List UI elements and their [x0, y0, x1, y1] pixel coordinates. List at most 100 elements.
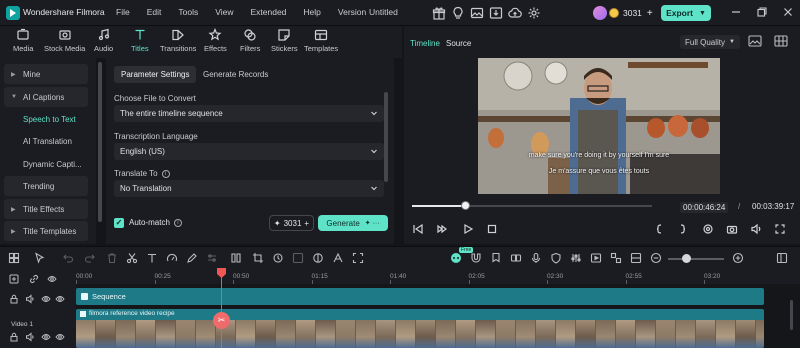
- tab-filters[interactable]: Filters: [240, 28, 260, 53]
- download-icon[interactable]: [489, 6, 503, 20]
- keyframe-icon[interactable]: [272, 252, 284, 264]
- scissors-icon[interactable]: [126, 252, 138, 264]
- menu-version[interactable]: Version: [338, 7, 366, 17]
- redo-icon[interactable]: [84, 252, 96, 264]
- track-visibility-icon[interactable]: [41, 294, 51, 304]
- menu-extended[interactable]: Extended: [250, 7, 286, 17]
- speed-icon[interactable]: [166, 252, 178, 264]
- menu-tools[interactable]: Tools: [178, 7, 198, 17]
- shield-icon[interactable]: [550, 252, 562, 264]
- ai-audio-icon[interactable]: [332, 252, 344, 264]
- grid-view-icon[interactable]: [774, 35, 788, 47]
- tab-timeline[interactable]: Timeline: [410, 39, 440, 48]
- link-icon[interactable]: [29, 274, 39, 284]
- layout-grid-icon[interactable]: [8, 252, 20, 264]
- menu-edit[interactable]: Edit: [147, 7, 162, 17]
- zoom-slider-knob[interactable]: [682, 254, 691, 263]
- undo-icon[interactable]: [62, 252, 74, 264]
- export-button[interactable]: Export ▼: [661, 5, 711, 21]
- timeline-scrollbar[interactable]: [790, 300, 793, 330]
- replace-icon[interactable]: [610, 252, 622, 264]
- image-icon[interactable]: [470, 6, 484, 20]
- magnet-icon[interactable]: [470, 252, 482, 264]
- select-cursor-icon[interactable]: [34, 252, 46, 264]
- fit-icon[interactable]: [352, 252, 364, 264]
- sidebar-item-ai-translation[interactable]: AI Translation: [4, 131, 88, 151]
- zoom-out-icon[interactable]: [650, 252, 662, 264]
- adjust-icon[interactable]: [206, 252, 218, 264]
- color-match-icon[interactable]: [312, 252, 324, 264]
- menu-file[interactable]: File: [116, 7, 130, 17]
- tab-transitions[interactable]: Transitions: [160, 28, 196, 53]
- tab-stock-media[interactable]: Stock Media: [44, 28, 85, 53]
- user-avatar[interactable]: [593, 6, 607, 20]
- stabilize-icon[interactable]: [292, 252, 304, 264]
- snapshot-image-icon[interactable]: [748, 35, 762, 47]
- tab-effects[interactable]: Effects: [204, 28, 227, 53]
- marker-icon[interactable]: [490, 252, 502, 264]
- sidebar-item-trending[interactable]: Trending: [4, 176, 88, 196]
- playhead-line[interactable]: [221, 268, 222, 348]
- add-credits-icon[interactable]: +: [647, 8, 653, 19]
- ai-cut-icon[interactable]: [230, 252, 242, 264]
- timeline-layout-icon[interactable]: [776, 252, 788, 264]
- sidebar-item-speech-to-text[interactable]: Speech to Text: [4, 109, 88, 129]
- menu-view[interactable]: View: [215, 7, 233, 17]
- lightbulb-icon[interactable]: [451, 6, 465, 20]
- info-icon[interactable]: i: [161, 169, 170, 178]
- add-track-icon[interactable]: [9, 274, 19, 284]
- sidebar-item-title-effects[interactable]: ▶ Title Effects: [4, 199, 88, 219]
- tab-titles[interactable]: Titles: [131, 28, 149, 53]
- track-visibility-icon[interactable]: [41, 332, 51, 342]
- settings-icon[interactable]: [527, 6, 541, 20]
- language-select[interactable]: English (US): [114, 143, 384, 160]
- track-eye-icon[interactable]: [55, 332, 65, 342]
- tracks-icon[interactable]: [630, 252, 642, 264]
- credits-counter[interactable]: 3031 +: [609, 5, 653, 21]
- mark-in-icon[interactable]: [654, 223, 666, 235]
- text-icon[interactable]: [146, 252, 158, 264]
- zoom-slider-track[interactable]: [668, 258, 724, 260]
- generate-button[interactable]: Generate ✦ ···: [318, 215, 388, 231]
- zoom-in-icon[interactable]: [732, 252, 744, 264]
- delete-icon[interactable]: [106, 252, 118, 264]
- camera-icon[interactable]: [726, 223, 738, 235]
- sidebar-item-ai-captions[interactable]: ▼ AI Captions: [4, 87, 88, 107]
- volume-icon[interactable]: [750, 223, 762, 235]
- track-lock-icon[interactable]: [9, 332, 19, 342]
- tab-templates[interactable]: Templates: [304, 28, 338, 53]
- tab-generate-records[interactable]: Generate Records: [196, 66, 275, 83]
- tab-parameter-settings[interactable]: Parameter Settings: [114, 66, 197, 83]
- tab-source[interactable]: Source: [446, 39, 471, 48]
- tab-stickers[interactable]: Stickers: [271, 28, 298, 53]
- tab-media[interactable]: Media: [13, 28, 33, 53]
- menu-help[interactable]: Help: [303, 7, 320, 17]
- video-preview[interactable]: make sure you're doing it by yourself I'…: [478, 58, 720, 194]
- panel-scrollbar[interactable]: [384, 92, 388, 182]
- audio-mixer-icon[interactable]: [570, 252, 582, 264]
- render-preview-icon[interactable]: [702, 223, 714, 235]
- link-icon[interactable]: [510, 252, 522, 264]
- sidebar-item-dynamic-capti[interactable]: Dynamic Capti...: [4, 154, 88, 174]
- track-eye-icon[interactable]: [55, 294, 65, 304]
- play-icon[interactable]: [462, 223, 474, 235]
- minimize-icon[interactable]: [730, 6, 742, 18]
- info-icon[interactable]: i: [173, 218, 182, 227]
- timeline-ruler[interactable]: 00:00 00:25 00:50 01:15 01:40 02:05 02:30 02:55…: [76, 268, 800, 284]
- stop-icon[interactable]: [486, 223, 498, 235]
- sequence-clip[interactable]: Sequence: [76, 288, 764, 305]
- ai-copilot-icon[interactable]: [450, 252, 462, 264]
- eye-hide-icon[interactable]: [47, 274, 57, 284]
- mark-out-icon[interactable]: [676, 223, 688, 235]
- track-mute-icon[interactable]: [25, 294, 35, 304]
- render-icon[interactable]: [590, 252, 602, 264]
- rewind-icon[interactable]: [436, 223, 448, 235]
- track-lock-icon[interactable]: [9, 294, 19, 304]
- playhead-scissors-icon[interactable]: ✂: [213, 312, 230, 329]
- playback-progress-knob[interactable]: [460, 201, 470, 210]
- video-clip[interactable]: filmora reference video recipe: [76, 309, 764, 348]
- fullscreen-icon[interactable]: [774, 223, 786, 235]
- quality-select[interactable]: Full Quality ▼: [680, 35, 740, 49]
- close-icon[interactable]: [782, 6, 794, 18]
- track-mute-icon[interactable]: [25, 332, 35, 342]
